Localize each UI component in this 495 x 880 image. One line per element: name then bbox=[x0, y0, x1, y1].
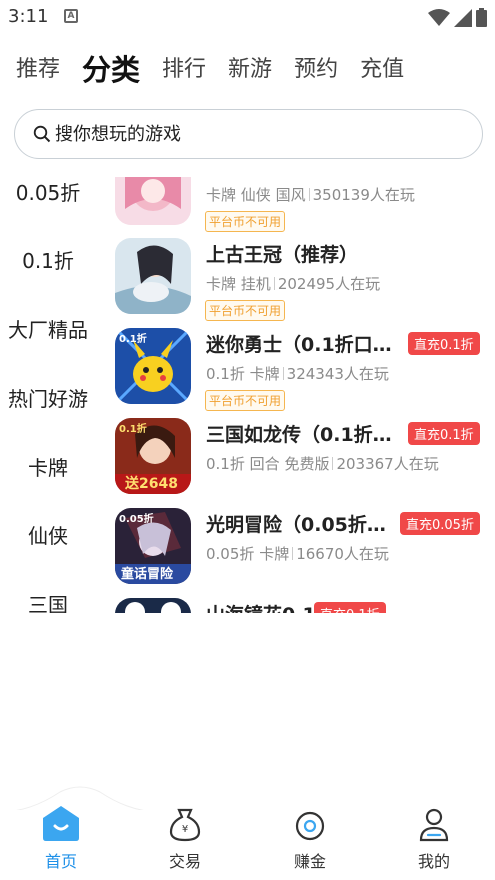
platform-coin-note: 平台币不可用 bbox=[205, 300, 286, 321]
category-item-005[interactable]: 0.05折 bbox=[0, 177, 96, 206]
direct-recharge-badge: 直充0.1折 bbox=[408, 422, 480, 445]
icon-promo-text: 送2648 bbox=[125, 476, 178, 492]
nav-label: 赚金 bbox=[293, 852, 326, 871]
search-input[interactable] bbox=[55, 123, 435, 145]
battery-icon bbox=[476, 8, 487, 27]
game-title: 三国如龙传（0.1折… bbox=[206, 424, 392, 446]
tab-new-games[interactable]: 新游 bbox=[228, 48, 272, 92]
icon-discount-text: 0.1折 bbox=[119, 334, 147, 345]
game-title: 上古王冠（推荐） bbox=[206, 244, 359, 266]
category-content: 0.05折 0.1折 大厂精品 热门好游 卡牌 仙侠 三国 卡牌 仙侠 国风 35… bbox=[0, 177, 495, 613]
game-icon: 0.05折 童话冒险 bbox=[115, 508, 191, 584]
bottom-nav: 首页 ¥ 交易 赚金 我的 bbox=[0, 780, 495, 880]
nav-mine[interactable]: 我的 bbox=[394, 808, 474, 872]
tab-recommend[interactable]: 推荐 bbox=[16, 48, 60, 92]
game-item[interactable]: 上古王冠（推荐） 卡牌 挂机 202495人在玩 平台币不可用 bbox=[96, 238, 495, 328]
game-icon bbox=[115, 238, 191, 314]
search-bar[interactable] bbox=[14, 109, 483, 159]
category-item-xianxia[interactable]: 仙侠 bbox=[0, 520, 96, 549]
tab-category[interactable]: 分类 bbox=[82, 48, 140, 92]
profile-icon bbox=[419, 808, 449, 842]
nav-trade[interactable]: ¥ 交易 bbox=[145, 808, 225, 872]
direct-recharge-badge: 直充0.1折 bbox=[408, 332, 480, 355]
top-tab-bar: 推荐 分类 排行 新游 预约 充值 bbox=[16, 48, 426, 92]
tab-ranking[interactable]: 排行 bbox=[162, 48, 206, 92]
game-icon: 0.1折 bbox=[115, 328, 191, 404]
game-meta: 0.05折 卡牌 16670人在玩 bbox=[206, 545, 389, 563]
nav-label: 我的 bbox=[417, 852, 450, 871]
game-meta: 卡牌 挂机 202495人在玩 bbox=[206, 275, 381, 293]
direct-recharge-badge: 直充0.1折 bbox=[314, 602, 386, 613]
game-meta: 卡牌 仙侠 国风 350139人在玩 bbox=[206, 186, 415, 204]
game-title: 迷你勇士（0.1折口… bbox=[206, 334, 392, 356]
accessibility-notification-icon: A bbox=[64, 9, 78, 23]
nav-home[interactable]: 首页 bbox=[21, 804, 101, 872]
game-item[interactable]: 0.05折 童话冒险 光明冒险（0.05折… 直充0.05折 0.05折 卡牌 1… bbox=[96, 508, 495, 598]
game-item[interactable]: 0.1折 送2648 三国如龙传（0.1折… 直充0.1折 0.1折 回合 免费… bbox=[96, 418, 495, 508]
platform-coin-note: 平台币不可用 bbox=[205, 211, 286, 232]
search-icon bbox=[33, 125, 51, 143]
system-icons bbox=[428, 8, 487, 27]
tab-reservation[interactable]: 预约 bbox=[294, 48, 338, 92]
nav-label: 交易 bbox=[168, 852, 201, 871]
coin-icon bbox=[295, 811, 325, 841]
tab-recharge[interactable]: 充值 bbox=[360, 48, 404, 92]
game-meta: 0.1折 回合 免费版 203367人在玩 bbox=[206, 455, 439, 473]
category-item-popular[interactable]: 热门好游 bbox=[0, 383, 96, 412]
game-icon: 0.1折 送2648 bbox=[115, 418, 191, 494]
category-sidebar: 0.05折 0.1折 大厂精品 热门好游 卡牌 仙侠 三国 bbox=[0, 177, 96, 613]
svg-text:¥: ¥ bbox=[182, 824, 188, 835]
category-item-three-kingdoms[interactable]: 三国 bbox=[0, 589, 96, 613]
category-item-01[interactable]: 0.1折 bbox=[0, 245, 96, 274]
game-title: 光明冒险（0.05折… bbox=[206, 514, 386, 536]
game-list: 卡牌 仙侠 国风 350139人在玩 平台币不可用 上古王冠（推荐） 卡牌 挂机 2… bbox=[96, 177, 495, 613]
game-title: 山海镜花0.1 bbox=[206, 600, 316, 613]
icon-logo-text: 童话冒险 bbox=[121, 567, 174, 582]
nav-label: 首页 bbox=[44, 852, 77, 871]
wifi-icon bbox=[428, 8, 450, 26]
direct-recharge-badge: 直充0.05折 bbox=[400, 512, 480, 535]
game-meta: 0.1折 卡牌 324343人在玩 bbox=[206, 365, 389, 383]
game-item[interactable]: 0.1折 迷你勇士（0.1折口… 直充0.1折 0.1折 卡牌 324343人在玩… bbox=[96, 328, 495, 418]
home-icon bbox=[43, 806, 79, 841]
game-icon bbox=[115, 177, 191, 225]
game-icon bbox=[115, 598, 191, 613]
status-time: 3:11 bbox=[8, 6, 49, 27]
icon-discount-text: 0.1折 bbox=[119, 424, 147, 435]
category-item-card[interactable]: 卡牌 bbox=[0, 452, 96, 481]
game-item[interactable]: 山海镜花0.1 直充0.1折 bbox=[96, 598, 495, 613]
money-bag-icon: ¥ bbox=[169, 808, 201, 842]
status-bar: 3:11 A bbox=[0, 0, 495, 34]
platform-coin-note: 平台币不可用 bbox=[205, 390, 286, 411]
game-item[interactable]: 卡牌 仙侠 国风 350139人在玩 平台币不可用 bbox=[96, 177, 495, 239]
category-item-big-studio[interactable]: 大厂精品 bbox=[0, 314, 96, 343]
signal-icon bbox=[454, 8, 472, 27]
icon-discount-text: 0.05折 bbox=[119, 514, 154, 525]
nav-earn[interactable]: 赚金 bbox=[270, 810, 350, 872]
